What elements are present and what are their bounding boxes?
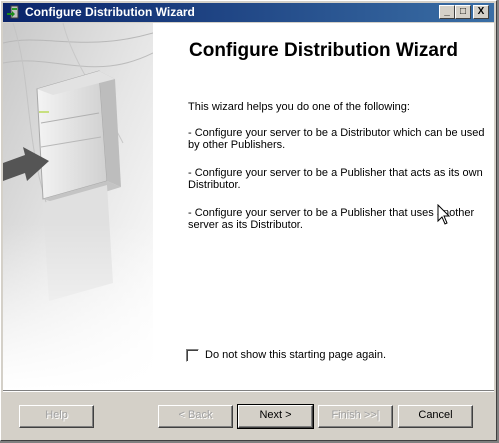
wizard-banner-image [3, 23, 153, 390]
window-title: Configure Distribution Wizard [25, 5, 195, 19]
wizard-window: Configure Distribution Wizard _ □ X Conf… [0, 0, 497, 441]
wizard-content: Configure Distribution Wizard This wizar… [3, 23, 494, 390]
skip-start-page-label[interactable]: Do not show this starting page again. [205, 349, 386, 362]
minimize-button[interactable]: _ [439, 5, 455, 19]
title-bar[interactable]: Configure Distribution Wizard _ □ X [3, 3, 494, 22]
option-distributor: - Configure your server to be a Distribu… [188, 127, 485, 151]
next-button[interactable]: Next > [237, 404, 314, 429]
maximize-button[interactable]: □ [455, 5, 471, 19]
back-button[interactable]: < Back [158, 405, 233, 428]
mouse-pointer-icon [437, 204, 451, 225]
intro-text: This wizard helps you do one of the foll… [188, 101, 410, 113]
finish-button[interactable]: Finish >>| [318, 405, 393, 428]
button-separator [3, 390, 494, 392]
option-own-distributor: - Configure your server to be a Publishe… [188, 167, 483, 191]
close-button[interactable]: X [473, 5, 489, 19]
help-button[interactable]: Help [19, 405, 94, 428]
cancel-button[interactable]: Cancel [398, 405, 473, 428]
skip-start-page-checkbox[interactable] [186, 349, 199, 362]
page-title: Configure Distribution Wizard [189, 40, 458, 61]
app-icon [7, 5, 19, 19]
